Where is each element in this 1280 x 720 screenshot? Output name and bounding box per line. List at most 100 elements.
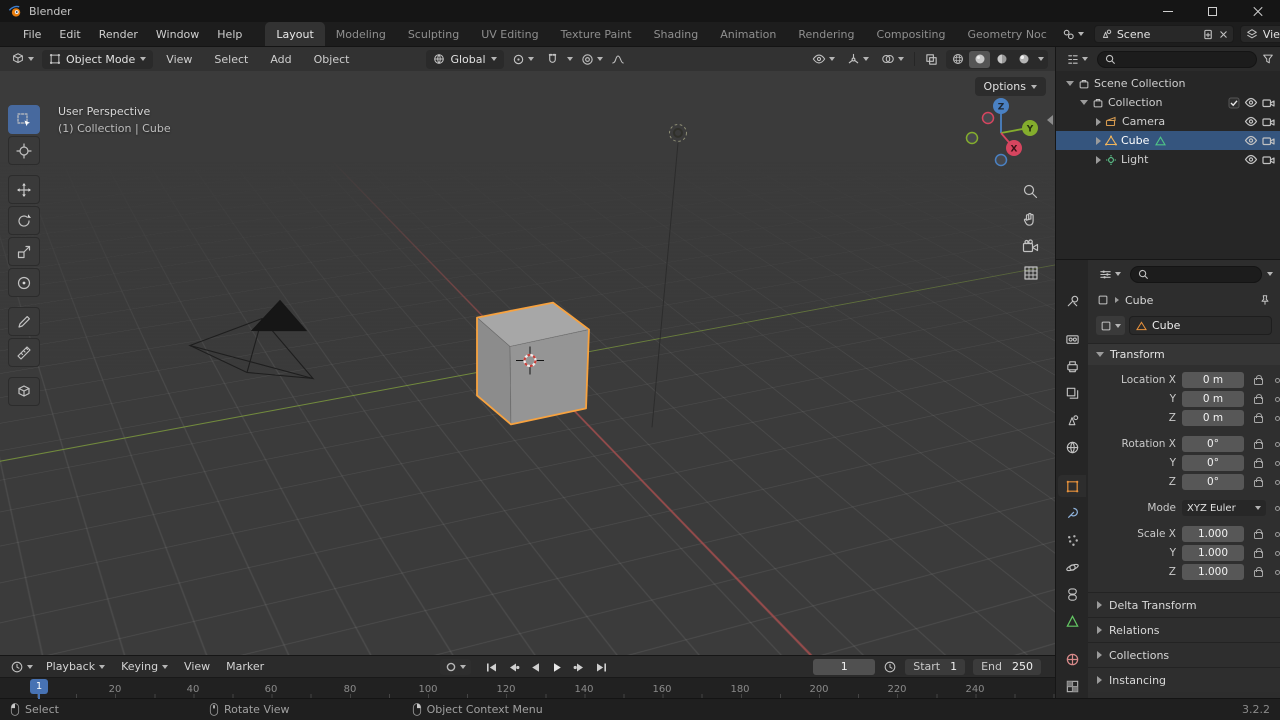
section-relations[interactable]: Relations bbox=[1088, 617, 1280, 642]
record-icon[interactable] bbox=[445, 661, 457, 673]
animate-dot-icon[interactable] bbox=[1274, 550, 1280, 556]
start-frame-field[interactable]: Start 1 bbox=[905, 658, 966, 675]
lock-icon[interactable] bbox=[1253, 529, 1263, 539]
navigation-gizmo[interactable]: Z Y X bbox=[959, 87, 1043, 171]
close-button[interactable] bbox=[1235, 0, 1280, 22]
tab-material[interactable] bbox=[1058, 649, 1086, 671]
menu-playback[interactable]: Playback bbox=[39, 658, 112, 675]
animate-dot-icon[interactable] bbox=[1274, 569, 1280, 575]
scene-selector[interactable]: Scene bbox=[1093, 25, 1234, 43]
shading-material-button[interactable] bbox=[991, 51, 1012, 68]
workspace-tab-uv-editing[interactable]: UV Editing bbox=[470, 22, 549, 46]
workspace-tab-texture-paint[interactable]: Texture Paint bbox=[550, 22, 643, 46]
falloff-curve-icon[interactable] bbox=[611, 53, 625, 66]
scale-y-field[interactable]: 1.000 bbox=[1182, 545, 1244, 561]
properties-nav-button[interactable] bbox=[1095, 266, 1125, 283]
properties-filter-icon[interactable] bbox=[1267, 272, 1273, 276]
disable-render-icon[interactable] bbox=[1262, 154, 1275, 165]
minimize-button[interactable] bbox=[1145, 0, 1190, 22]
tab-view-layer[interactable] bbox=[1058, 383, 1086, 405]
animate-dot-icon[interactable] bbox=[1274, 479, 1280, 485]
rotation-z-field[interactable]: 0° bbox=[1182, 474, 1244, 490]
3d-viewport[interactable]: User Perspective (1) Collection | Cube O… bbox=[0, 71, 1055, 655]
use-preview-range-icon[interactable] bbox=[883, 660, 897, 674]
xray-toggle[interactable] bbox=[921, 51, 942, 68]
collapse-icon[interactable] bbox=[1066, 81, 1074, 86]
timeline-editor-type-button[interactable] bbox=[6, 658, 37, 676]
tool-annotate[interactable] bbox=[8, 307, 40, 336]
menu-marker[interactable]: Marker bbox=[219, 658, 271, 675]
lock-icon[interactable] bbox=[1253, 477, 1263, 487]
pin-icon[interactable] bbox=[1259, 294, 1271, 306]
outliner-search-input[interactable] bbox=[1097, 50, 1257, 68]
proportional-edit-toggle[interactable] bbox=[577, 51, 607, 68]
object-type-visibility-dropdown[interactable] bbox=[808, 51, 839, 67]
animate-dot-icon[interactable] bbox=[1274, 396, 1280, 402]
scene-browse-button[interactable] bbox=[1058, 26, 1088, 43]
tool-add-cube[interactable] bbox=[8, 377, 40, 406]
mode-dropdown[interactable]: Object Mode bbox=[42, 49, 154, 69]
workspace-tab-modeling[interactable]: Modeling bbox=[325, 22, 397, 46]
jump-to-end-button[interactable] bbox=[592, 658, 611, 676]
outliner-row-scene-collection[interactable]: Scene Collection bbox=[1056, 74, 1280, 93]
playhead-marker[interactable]: 1 bbox=[30, 679, 48, 695]
lock-icon[interactable] bbox=[1253, 567, 1263, 577]
tab-object-data[interactable] bbox=[1058, 610, 1086, 632]
animate-dot-icon[interactable] bbox=[1274, 441, 1280, 447]
section-collections[interactable]: Collections bbox=[1088, 642, 1280, 667]
shading-dropdown-icon[interactable] bbox=[1038, 57, 1044, 61]
editor-type-button[interactable] bbox=[7, 50, 38, 68]
workspace-tab-animation[interactable]: Animation bbox=[709, 22, 787, 46]
tool-measure[interactable] bbox=[8, 338, 40, 367]
menu-keying[interactable]: Keying bbox=[114, 658, 175, 675]
animate-dot-icon[interactable] bbox=[1274, 377, 1280, 383]
menu-render[interactable]: Render bbox=[90, 25, 147, 44]
rotation-mode-dropdown[interactable]: XYZ Euler bbox=[1182, 500, 1266, 516]
workspace-tab-compositing[interactable]: Compositing bbox=[866, 22, 957, 46]
rotation-y-field[interactable]: 0° bbox=[1182, 455, 1244, 471]
animate-dot-icon[interactable] bbox=[1274, 531, 1280, 537]
disable-render-icon[interactable] bbox=[1262, 135, 1275, 146]
filter-icon[interactable] bbox=[1262, 53, 1274, 65]
gizmos-dropdown[interactable] bbox=[843, 51, 873, 68]
outliner-editor-type-button[interactable] bbox=[1062, 51, 1092, 68]
location-z-field[interactable]: 0 m bbox=[1182, 410, 1244, 426]
tab-scene[interactable] bbox=[1058, 410, 1086, 432]
animate-dot-icon[interactable] bbox=[1274, 460, 1280, 466]
tab-tool[interactable] bbox=[1058, 290, 1086, 312]
menu-viewport-view[interactable]: View bbox=[157, 50, 201, 69]
tool-rotate[interactable] bbox=[8, 206, 40, 235]
timeline-ruler[interactable]: 20 40 60 80 100 120 140 160 180 200 220 … bbox=[0, 677, 1055, 700]
chevron-down-icon[interactable] bbox=[460, 665, 466, 669]
play-button[interactable] bbox=[548, 658, 567, 676]
tab-output[interactable] bbox=[1058, 356, 1086, 378]
workspace-tab-geometry-nodes[interactable]: Geometry Noc bbox=[956, 22, 1057, 46]
overlays-dropdown[interactable] bbox=[877, 51, 908, 67]
rotation-x-field[interactable]: 0° bbox=[1182, 436, 1244, 452]
tool-move[interactable] bbox=[8, 175, 40, 204]
object-name-field[interactable]: Cube bbox=[1129, 316, 1272, 335]
outliner-row-cube[interactable]: Cube bbox=[1056, 131, 1280, 150]
maximize-button[interactable] bbox=[1190, 0, 1235, 22]
hide-eye-icon[interactable] bbox=[1244, 135, 1258, 146]
checkbox-icon[interactable] bbox=[1228, 97, 1240, 109]
snap-dropdown-icon[interactable] bbox=[566, 57, 573, 61]
outliner-row-collection[interactable]: Collection bbox=[1056, 93, 1280, 112]
properties-search-input[interactable] bbox=[1130, 265, 1262, 283]
zoom-icon[interactable] bbox=[1022, 183, 1039, 200]
orientation-dropdown[interactable]: Global bbox=[426, 49, 504, 69]
outliner-row-camera[interactable]: Camera bbox=[1056, 112, 1280, 131]
lock-icon[interactable] bbox=[1253, 439, 1263, 449]
section-instancing[interactable]: Instancing bbox=[1088, 667, 1280, 692]
play-reverse-button[interactable] bbox=[526, 658, 545, 676]
pan-hand-icon[interactable] bbox=[1022, 211, 1039, 228]
menu-viewport-add[interactable]: Add bbox=[261, 50, 300, 69]
tab-render[interactable] bbox=[1058, 328, 1086, 350]
menu-file[interactable]: File bbox=[14, 25, 50, 44]
workspace-tab-sculpting[interactable]: Sculpting bbox=[397, 22, 470, 46]
section-delta-transform[interactable]: Delta Transform bbox=[1088, 592, 1280, 617]
view-layer-selector[interactable]: ViewLayer bbox=[1239, 25, 1280, 43]
tool-cursor[interactable] bbox=[8, 136, 40, 165]
location-y-field[interactable]: 0 m bbox=[1182, 391, 1244, 407]
snap-toggle[interactable] bbox=[542, 51, 563, 68]
